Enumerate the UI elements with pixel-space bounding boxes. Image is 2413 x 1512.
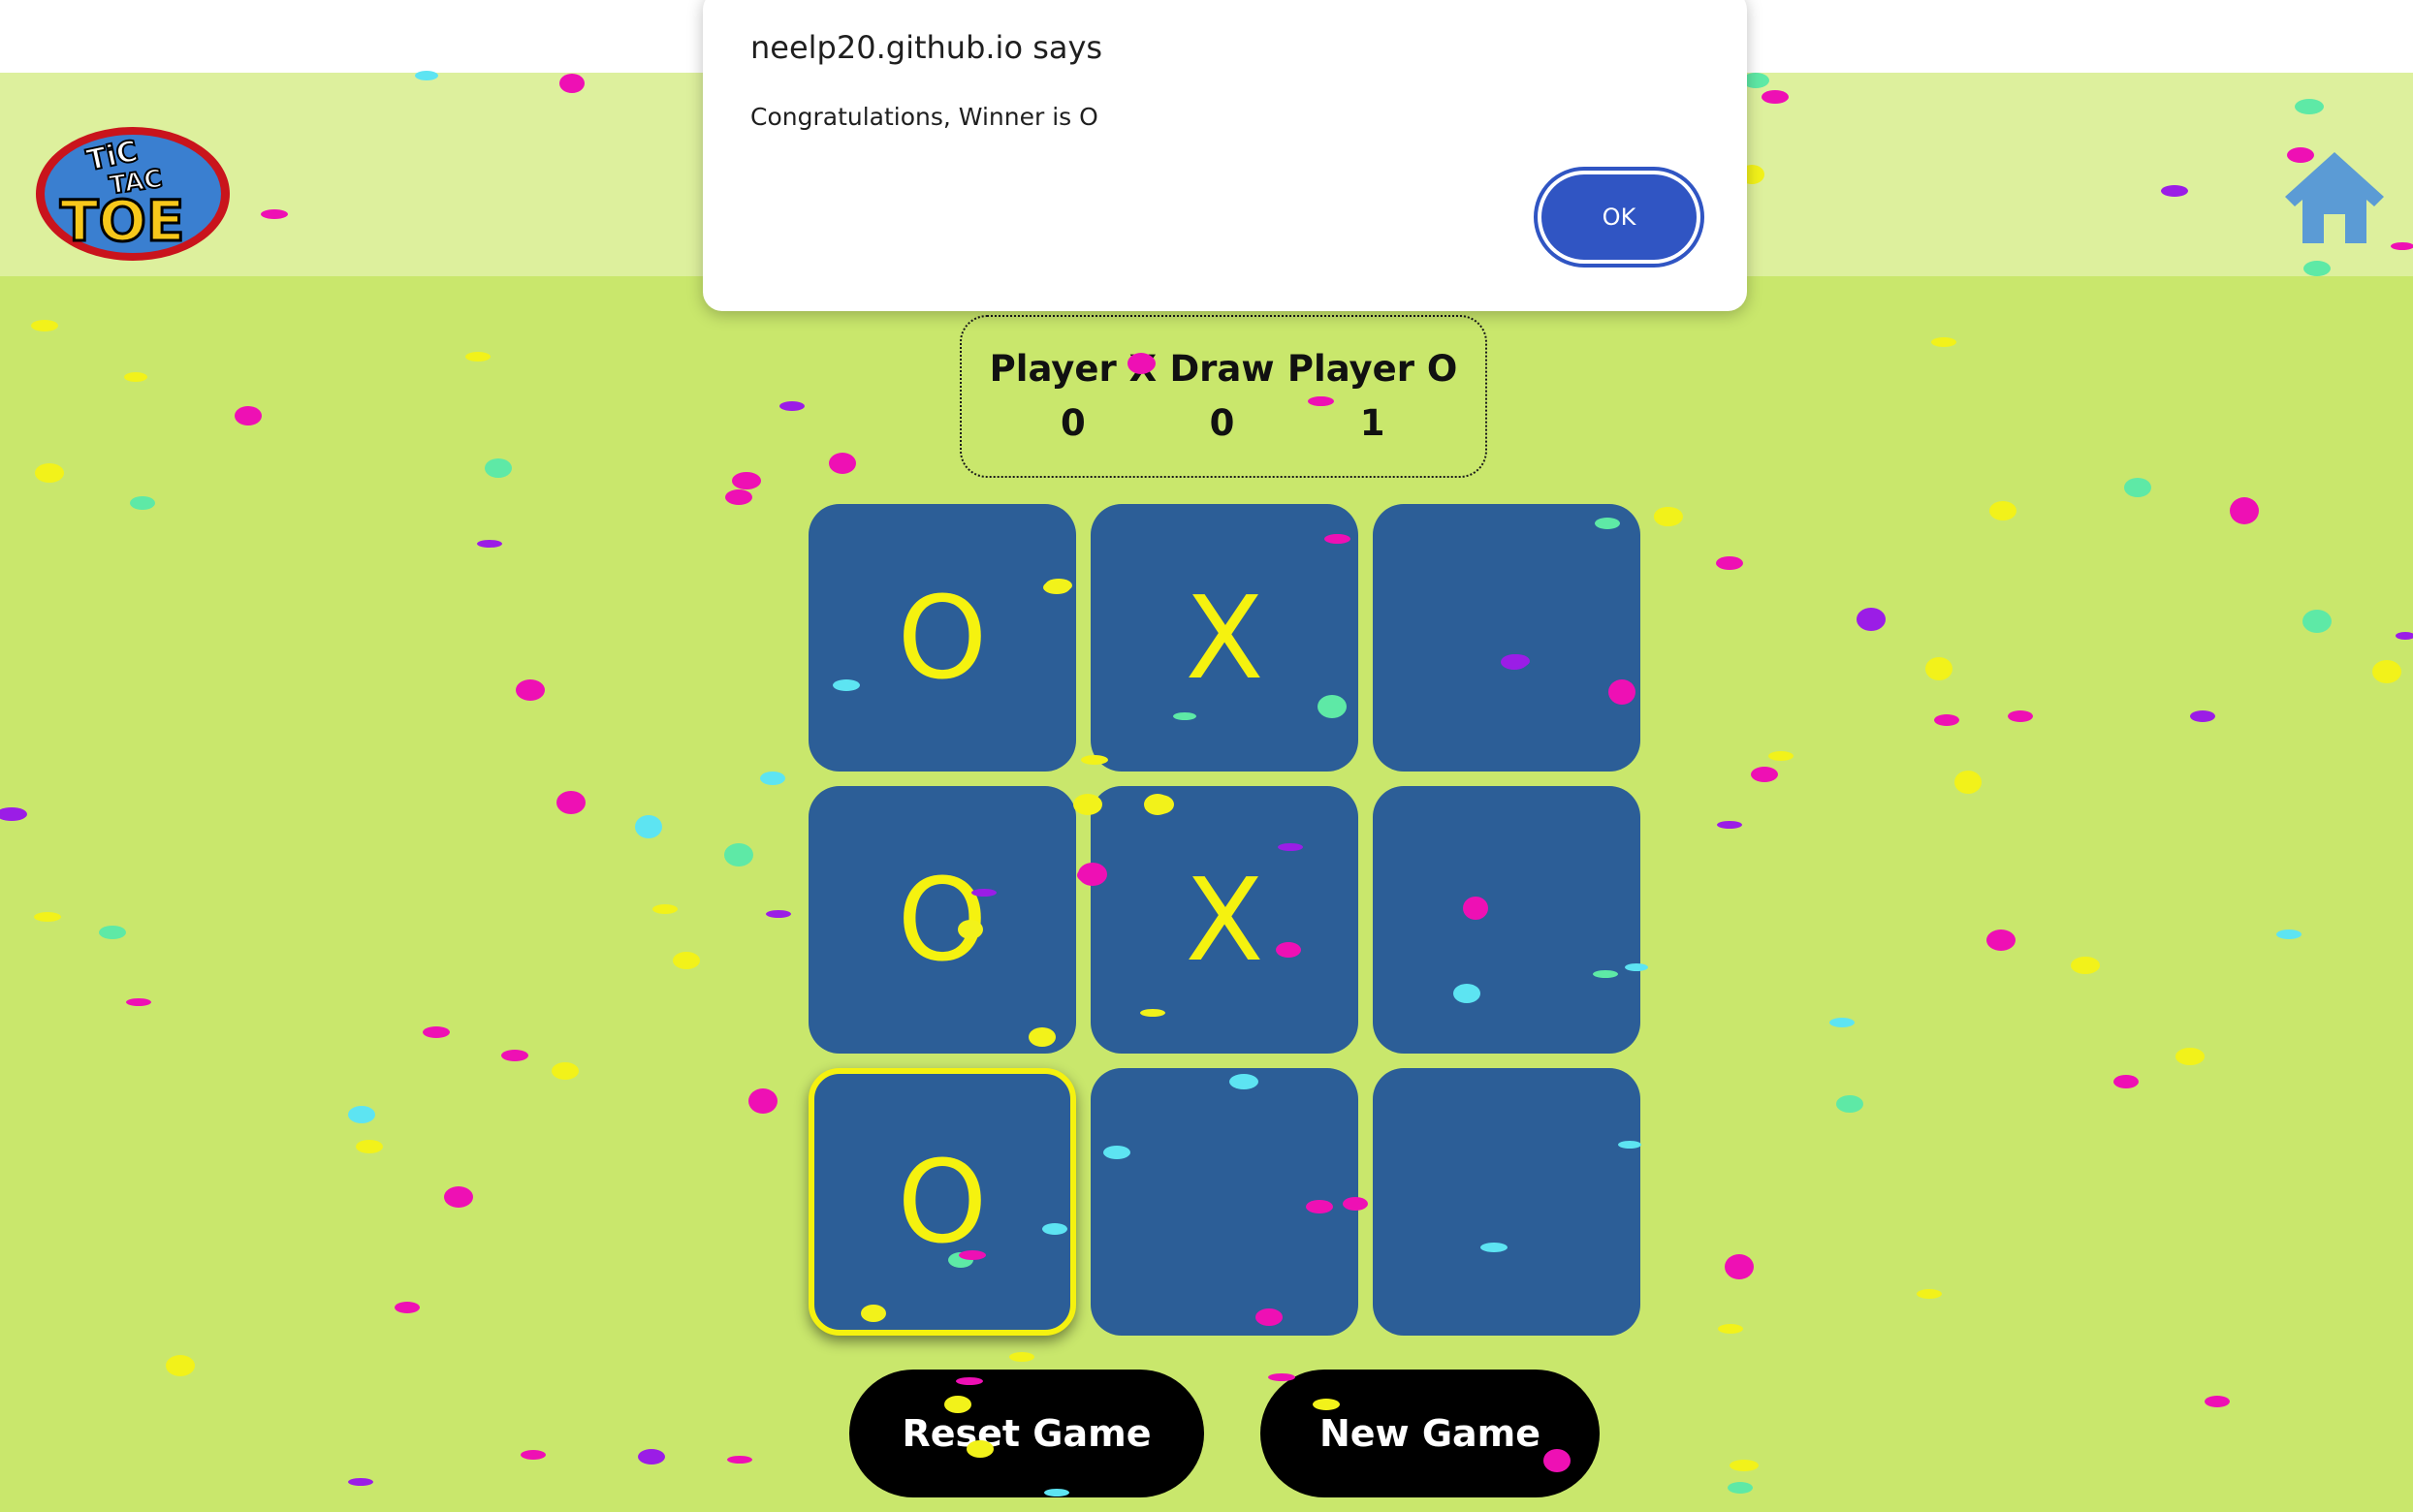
player-x-label: Player X (989, 348, 1158, 390)
home-icon[interactable] (2283, 150, 2386, 245)
new-game-button[interactable]: New Game (1260, 1370, 1600, 1497)
board-cell-1[interactable]: O (809, 504, 1076, 772)
alert-dialog: neelp20.github.io says Congratulations, … (703, 0, 1747, 311)
board-cell-7[interactable]: O (809, 1068, 1076, 1336)
logo-line3: TOE (60, 188, 185, 254)
dialog-message: Congratulations, Winner is O (750, 103, 1098, 131)
player-o-label: Player O (1286, 348, 1458, 390)
board-cell-9[interactable] (1373, 1068, 1640, 1336)
ok-button[interactable]: OK (1541, 174, 1697, 260)
draw-label: Draw (1169, 348, 1275, 390)
draw-score: 0 (1209, 402, 1235, 444)
player-o-score-column: Player O 1 (1287, 342, 1457, 451)
player-x-score: 0 (1061, 402, 1086, 444)
player-x-score-column: Player X 0 (990, 342, 1158, 451)
draw-score-column: Draw 0 (1169, 342, 1274, 451)
board-cell-6[interactable] (1373, 786, 1640, 1054)
board-cell-2[interactable]: X (1091, 504, 1358, 772)
reset-game-button[interactable]: Reset Game (849, 1370, 1204, 1497)
board-cell-3[interactable] (1373, 504, 1640, 772)
board-cell-5[interactable]: X (1091, 786, 1358, 1054)
game-board: O X O X O (809, 504, 1640, 1336)
dialog-title: neelp20.github.io says (750, 29, 1103, 66)
scoreboard: Player X 0 Draw 0 Player O 1 (960, 315, 1487, 478)
tic-tac-toe-logo: TiC TAC TOE (36, 127, 230, 261)
board-cell-4[interactable]: O (809, 786, 1076, 1054)
player-o-score: 1 (1359, 402, 1385, 444)
board-cell-8[interactable] (1091, 1068, 1358, 1336)
